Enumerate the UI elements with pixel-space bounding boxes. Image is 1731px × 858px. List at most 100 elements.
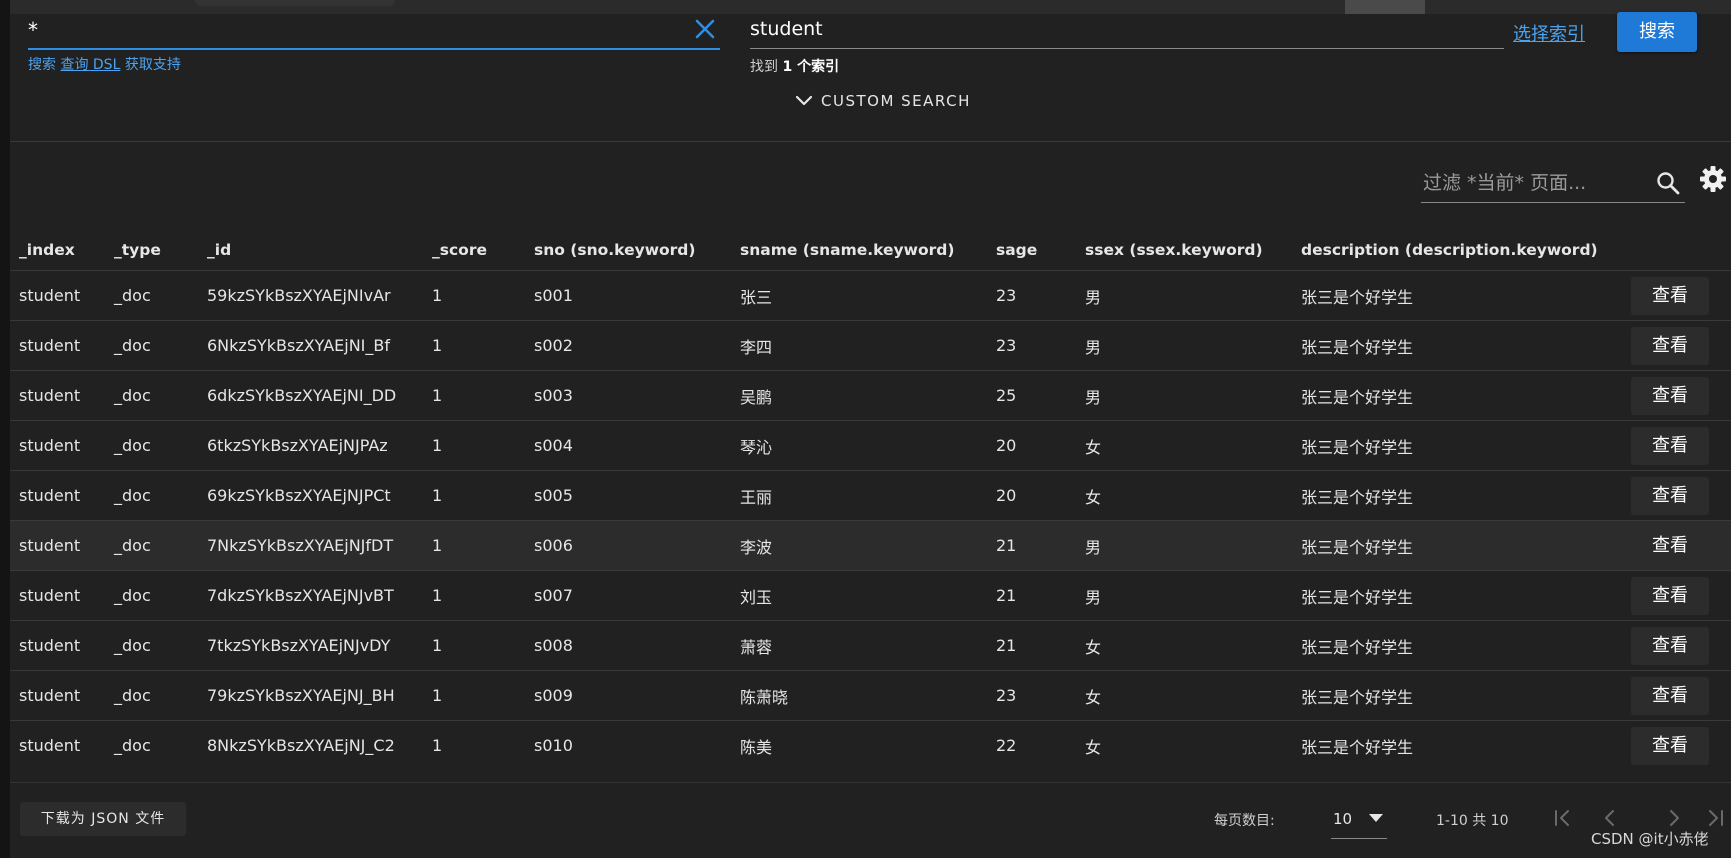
- cell-type: _doc: [114, 270, 207, 321]
- cell-index: student: [10, 270, 114, 321]
- cell-description: 张三是个好学生: [1301, 370, 1631, 421]
- table-row[interactable]: student _doc 7tkzSYkBszXYAEjNJvDY 1 s008 萧蓉 21…: [10, 620, 1731, 671]
- cell-actions: 查看: [1631, 370, 1731, 421]
- column-header-actions: [1631, 230, 1731, 271]
- view-button[interactable]: 查看: [1631, 576, 1709, 615]
- cell-sname: 萧蓉: [740, 620, 996, 671]
- cell-sage: 25: [996, 370, 1085, 421]
- cell-id: 69kzSYkBszXYAEjNJPCt: [207, 470, 432, 521]
- view-button[interactable]: 查看: [1631, 676, 1709, 715]
- help-search-text: 搜索: [28, 57, 56, 73]
- cell-id: 8NkzSYkBszXYAEjNJ_C2: [207, 720, 432, 770]
- top-strip: [0, 0, 1731, 14]
- found-count: 1 个索引: [782, 59, 840, 75]
- view-button[interactable]: 查看: [1631, 526, 1709, 565]
- cell-id: 6dkzSYkBszXYAEjNI_DD: [207, 370, 432, 421]
- next-page-icon[interactable]: [1662, 806, 1686, 830]
- found-prefix: 找到: [750, 59, 778, 75]
- cell-type: _doc: [114, 720, 207, 770]
- filter-input[interactable]: [1421, 168, 1645, 198]
- column-header-type[interactable]: _type: [114, 230, 207, 271]
- cell-id: 7dkzSYkBszXYAEjNJvBT: [207, 570, 432, 621]
- table-row[interactable]: student _doc 6dkzSYkBszXYAEjNI_DD 1 s003 吴鹏 25…: [10, 370, 1731, 421]
- custom-search-toggle[interactable]: CUSTOM SEARCH: [795, 92, 971, 110]
- cell-actions: 查看: [1631, 520, 1731, 571]
- table-row[interactable]: student _doc 79kzSYkBszXYAEjNJ_BH 1 s009 陈萧晓 2…: [10, 670, 1731, 721]
- cell-type: _doc: [114, 420, 207, 471]
- cell-sage: 23: [996, 670, 1085, 721]
- column-header-score[interactable]: _score: [432, 230, 534, 271]
- cell-sno: s003: [534, 370, 740, 421]
- cell-score: 1: [432, 320, 534, 371]
- download-json-button[interactable]: 下载为 JSON 文件: [20, 802, 186, 836]
- view-button[interactable]: 查看: [1631, 276, 1709, 315]
- filter-field[interactable]: [1421, 162, 1685, 203]
- table-row[interactable]: student _doc 59kzSYkBszXYAEjNIvAr 1 s001 张三 23…: [10, 270, 1731, 321]
- query-value[interactable]: *: [28, 18, 38, 42]
- column-header-index[interactable]: _index: [10, 230, 114, 271]
- cell-sage: 20: [996, 420, 1085, 471]
- gear-icon[interactable]: [1698, 164, 1728, 194]
- cell-score: 1: [432, 470, 534, 521]
- index-input[interactable]: student: [750, 14, 1504, 49]
- previous-page-icon[interactable]: [1598, 806, 1622, 830]
- top-tab-stub: [195, 0, 395, 6]
- clear-icon[interactable]: [692, 16, 718, 42]
- table-row[interactable]: student _doc 8NkzSYkBszXYAEjNJ_C2 1 s010 陈美 22…: [10, 720, 1731, 770]
- cell-score: 1: [432, 420, 534, 471]
- cell-ssex: 男: [1085, 520, 1301, 571]
- rows-per-page-label: 每页数目:: [1214, 813, 1275, 829]
- cell-actions: 查看: [1631, 670, 1731, 721]
- index-value[interactable]: student: [750, 18, 823, 40]
- chevron-down-icon: [795, 95, 813, 106]
- table-row[interactable]: student _doc 6NkzSYkBszXYAEjNI_Bf 1 s002 李四 23…: [10, 320, 1731, 371]
- cell-index: student: [10, 720, 114, 770]
- first-page-icon[interactable]: [1551, 806, 1575, 830]
- cell-index: student: [10, 670, 114, 721]
- table-row[interactable]: student _doc 7NkzSYkBszXYAEjNJfDT 1 s006 李波 21…: [10, 520, 1731, 571]
- cell-id: 79kzSYkBszXYAEjNJ_BH: [207, 670, 432, 721]
- view-button[interactable]: 查看: [1631, 626, 1709, 665]
- table-row[interactable]: student _doc 69kzSYkBszXYAEjNJPCt 1 s005 王丽 20…: [10, 470, 1731, 521]
- cell-description: 张三是个好学生: [1301, 620, 1631, 671]
- last-page-icon[interactable]: [1703, 806, 1727, 830]
- cell-index: student: [10, 470, 114, 521]
- cell-description: 张三是个好学生: [1301, 470, 1631, 521]
- table-row[interactable]: student _doc 7dkzSYkBszXYAEjNJvBT 1 s007 刘玉 21…: [10, 570, 1731, 621]
- cell-index: student: [10, 320, 114, 371]
- cell-sno: s010: [534, 720, 740, 770]
- view-button[interactable]: 查看: [1631, 426, 1709, 465]
- dropdown-arrow-icon: [1369, 814, 1383, 822]
- help-support-text[interactable]: 获取支持: [125, 57, 181, 73]
- choose-index-link[interactable]: 选择索引: [1513, 20, 1585, 46]
- rows-per-page-select[interactable]: 10: [1331, 800, 1387, 839]
- cell-sname: 吴鹏: [740, 370, 996, 421]
- search-button[interactable]: 搜索: [1617, 12, 1697, 52]
- cell-type: _doc: [114, 670, 207, 721]
- column-header-sname[interactable]: sname (sname.keyword): [740, 230, 996, 271]
- cell-type: _doc: [114, 470, 207, 521]
- search-icon[interactable]: [1655, 170, 1681, 196]
- rows-per-page-value: 10: [1333, 810, 1353, 828]
- cell-sno: s007: [534, 570, 740, 621]
- found-indices-text: 找到 1 个索引: [750, 56, 839, 76]
- cell-id: 7NkzSYkBszXYAEjNJfDT: [207, 520, 432, 571]
- table-row[interactable]: student _doc 6tkzSYkBszXYAEjNJPAz 1 s004 琴沁 20…: [10, 420, 1731, 471]
- view-button[interactable]: 查看: [1631, 726, 1709, 765]
- top-active-tab-stub: [1345, 0, 1425, 14]
- query-input[interactable]: *: [28, 14, 720, 50]
- column-header-description[interactable]: description (description.keyword): [1301, 230, 1631, 271]
- view-button[interactable]: 查看: [1631, 376, 1709, 415]
- column-header-sage[interactable]: sage: [996, 230, 1085, 271]
- cell-id: 59kzSYkBszXYAEjNIvAr: [207, 270, 432, 321]
- cell-id: 6tkzSYkBszXYAEjNJPAz: [207, 420, 432, 471]
- view-button[interactable]: 查看: [1631, 476, 1709, 515]
- cell-sage: 23: [996, 270, 1085, 321]
- column-header-sno[interactable]: sno (sno.keyword): [534, 230, 740, 271]
- cell-ssex: 男: [1085, 320, 1301, 371]
- view-button[interactable]: 查看: [1631, 326, 1709, 365]
- column-header-id[interactable]: _id: [207, 230, 432, 271]
- query-dsl-link[interactable]: 查询 DSL: [60, 57, 120, 73]
- cell-ssex: 女: [1085, 620, 1301, 671]
- column-header-ssex[interactable]: ssex (ssex.keyword): [1085, 230, 1301, 271]
